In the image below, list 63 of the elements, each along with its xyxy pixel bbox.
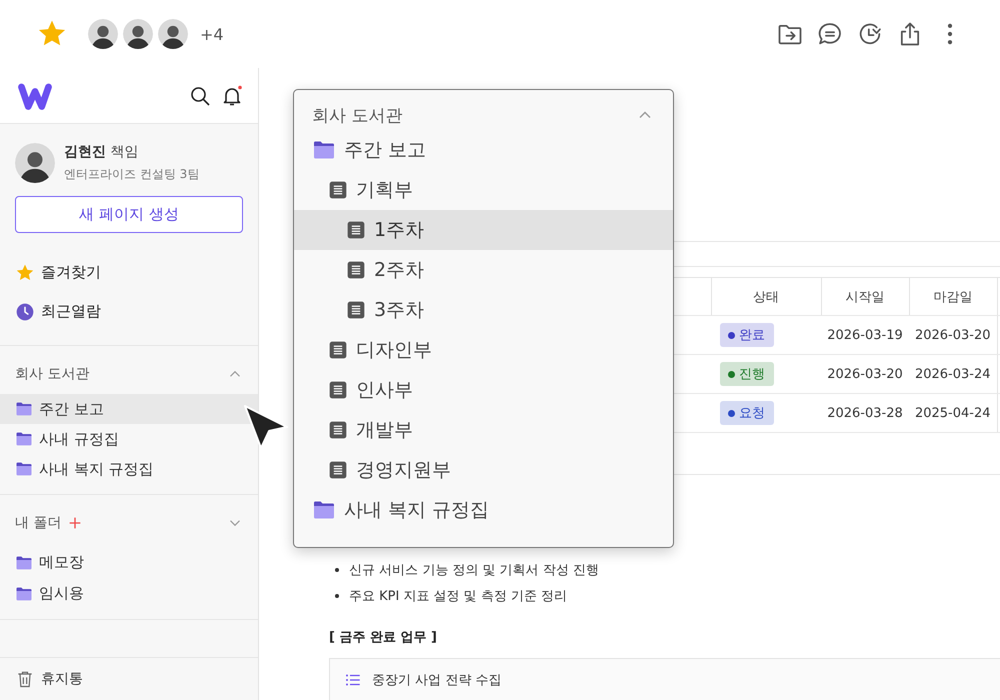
document-icon [346, 300, 366, 320]
table-cell: 2026-03-20 [909, 316, 997, 354]
folder-item[interactable]: 사내 규정집 [0, 424, 258, 454]
bullet-text: 신규 서비스 기능 정의 및 기획서 작성 진행 [349, 562, 599, 579]
trash-link[interactable]: 휴지통 [0, 657, 258, 700]
column-header: 시작일 [821, 278, 909, 316]
tree-item[interactable]: 디자인부 [294, 330, 673, 370]
status-tag: 진행 [720, 362, 774, 386]
tree-item[interactable]: 2주차 [294, 250, 673, 290]
star-icon [15, 262, 35, 282]
section-title: 내 폴더 [15, 514, 62, 532]
popup-title: 회사 도서관 [312, 104, 402, 126]
column-header: 마감일 [909, 278, 997, 316]
document-icon [328, 340, 348, 360]
folder-item[interactable]: 메모장 [0, 547, 258, 578]
table-cell: 2026-03-24 [909, 354, 997, 394]
user-team: 엔터프라이즈 컨설팅 3팀 [64, 166, 200, 183]
folder-item[interactable]: 주간 보고 [0, 394, 258, 424]
section-heading: [ 금주 완료 업무 ] [329, 629, 438, 646]
status-tag: 완료 [720, 323, 774, 347]
task-item[interactable]: 중장기 사업 전략 수집 [329, 658, 1000, 700]
member-avatar[interactable] [158, 19, 188, 49]
column-header: 상태 [711, 278, 821, 316]
document-icon [346, 260, 366, 280]
folder-icon [15, 430, 33, 448]
sidebar-link[interactable]: 최근열람 [0, 292, 258, 331]
document-icon [328, 380, 348, 400]
member-count[interactable]: +4 [200, 24, 224, 44]
sidebar-link[interactable]: 즐겨찾기 [0, 253, 258, 292]
folder-item[interactable]: 사내 복지 규정집 [0, 454, 258, 484]
user-avatar [15, 143, 55, 183]
tree-item[interactable]: 개발부 [294, 410, 673, 450]
bullet-icon [335, 568, 339, 572]
tree-item[interactable]: 기획부 [294, 170, 673, 210]
table-cell: 2026-03-20 [821, 354, 909, 394]
folder-icon [15, 400, 33, 418]
new-page-button[interactable]: 새 페이지 생성 [15, 196, 243, 233]
user-name: 김현진 책임 [64, 143, 140, 161]
folder-item[interactable]: 임시용 [0, 578, 258, 609]
tree-item[interactable]: 3주차 [294, 290, 673, 330]
tree-item[interactable]: 사내 복지 규정집 [294, 490, 673, 530]
section-title: 회사 도서관 [15, 365, 90, 383]
member-avatar[interactable] [123, 19, 153, 49]
tree-item[interactable]: 경영지원부 [294, 450, 673, 490]
add-icon[interactable] [67, 515, 84, 531]
document-icon [328, 460, 348, 480]
tree-item[interactable]: 인사부 [294, 370, 673, 410]
document-icon [346, 220, 366, 240]
table-cell: 2026-03-28 [821, 394, 909, 432]
document-icon [328, 420, 348, 440]
document-icon [328, 180, 348, 200]
clock-icon [15, 302, 35, 322]
table-cell: 2026-03-19 [821, 316, 909, 354]
member-avatar[interactable] [88, 19, 118, 49]
tree-item[interactable]: 1주차 [294, 210, 673, 250]
tree-item[interactable]: 주간 보고 [294, 130, 673, 170]
bullet-text: 주요 KPI 지표 설정 및 측정 기준 정리 [349, 588, 568, 605]
status-tag: 요청 [720, 401, 774, 425]
folder-icon [15, 460, 33, 478]
folder-icon [15, 554, 33, 572]
table-cell: 2025-04-24 [909, 394, 997, 432]
folder-icon [15, 584, 33, 602]
bullet-icon [335, 594, 339, 598]
